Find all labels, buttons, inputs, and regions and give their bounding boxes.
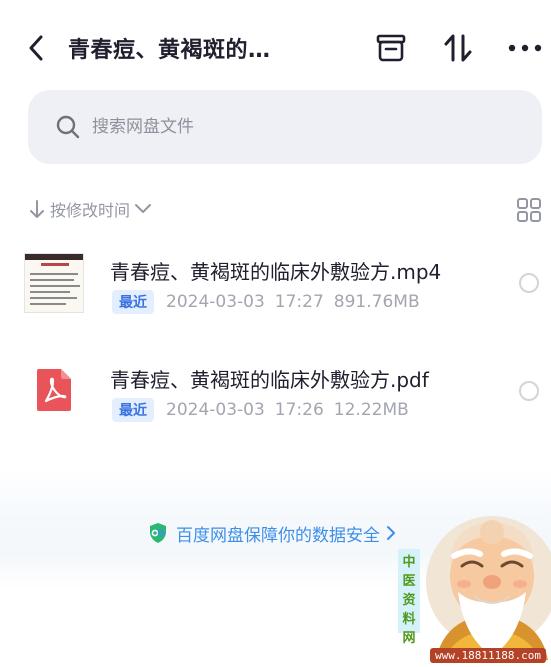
file-size: 12.22MB — [333, 400, 409, 420]
file-date: 2024-03-03 — [166, 292, 265, 312]
page-title: 青春痘、黄褐斑的… — [68, 38, 271, 63]
thumbnail-text-line — [30, 273, 78, 275]
thumbnail-text-line — [30, 291, 70, 293]
file-meta: 最近 2024-03-03 17:26 12.22MB — [112, 398, 409, 422]
search-bar[interactable] — [28, 90, 542, 164]
file-meta: 最近 2024-03-03 17:27 891.76MB — [112, 290, 420, 314]
thumbnail-text-line — [30, 285, 80, 287]
archive-icon — [376, 34, 406, 62]
top-bar: 青春痘、黄褐斑的… — [0, 0, 551, 96]
grid-view-icon — [517, 198, 541, 222]
file-size: 891.76MB — [333, 292, 420, 312]
select-radio[interactable] — [519, 381, 539, 401]
pdf-icon[interactable] — [36, 368, 72, 412]
recent-badge: 最近 — [112, 398, 154, 422]
watermark-url: www.18811188.com — [430, 648, 546, 663]
search-input[interactable] — [92, 117, 472, 137]
security-banner[interactable]: 百度网盘保障你的数据安全 — [148, 520, 396, 546]
thumbnail-title-mark — [41, 263, 69, 266]
select-radio[interactable] — [519, 273, 539, 293]
chevron-down-icon — [135, 204, 152, 213]
file-name[interactable]: 青春痘、黄褐斑的临床外敷验方.pdf — [110, 364, 429, 393]
file-name[interactable]: 青春痘、黄褐斑的临床外敷验方.mp4 — [110, 256, 441, 285]
more-button[interactable] — [505, 30, 545, 66]
sage-illustration — [426, 516, 551, 660]
more-dots-icon — [508, 44, 542, 52]
thumbnail-text-line — [30, 297, 77, 299]
thumbnail-text-line — [30, 303, 66, 305]
file-time: 17:26 — [274, 400, 324, 420]
security-text: 百度网盘保障你的数据安全 — [176, 525, 380, 546]
swap-vertical-icon — [444, 34, 472, 62]
arrow-down-icon — [30, 200, 44, 218]
video-thumbnail[interactable] — [24, 253, 84, 313]
file-time: 17:27 — [274, 292, 324, 312]
sage-mascot-image — [414, 510, 551, 667]
grid-view-button[interactable] — [516, 197, 542, 223]
recent-badge: 最近 — [112, 290, 154, 314]
shield-icon — [150, 523, 166, 543]
sort-label: 按修改时间 — [50, 201, 131, 220]
sort-order-button[interactable] — [438, 30, 478, 66]
back-button[interactable] — [22, 30, 50, 66]
file-date: 2024-03-03 — [166, 400, 265, 420]
archive-button[interactable] — [371, 30, 411, 66]
thumbnail-top-bar — [25, 254, 83, 260]
thumbnail-text-line — [30, 279, 74, 281]
chevron-left-icon — [29, 35, 43, 61]
chevron-right-icon — [387, 526, 395, 540]
sort-selector[interactable]: 按修改时间 — [30, 195, 152, 223]
pdf-file-icon — [37, 369, 71, 411]
search-icon — [56, 115, 80, 139]
